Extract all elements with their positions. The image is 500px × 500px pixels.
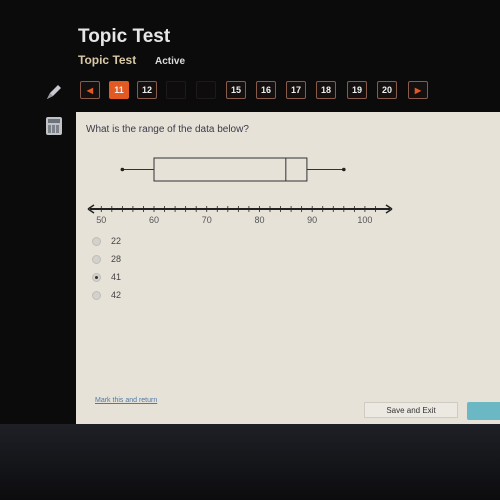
chevron-left-icon: ◀ [86, 85, 94, 95]
box [153, 157, 308, 182]
pencil-icon[interactable] [44, 82, 64, 102]
tick-label: 80 [254, 215, 264, 225]
page-17-button[interactable]: 17 [286, 81, 306, 99]
choice-label: 41 [111, 272, 122, 282]
next-button[interactable] [467, 402, 500, 420]
max-point [342, 167, 346, 172]
calculator-icon[interactable] [46, 117, 62, 135]
page-18-button[interactable]: 18 [316, 81, 336, 99]
page-20-button[interactable]: 20 [377, 81, 397, 99]
next-page-button[interactable]: ▶ [408, 81, 428, 99]
tick-label: 100 [357, 215, 372, 225]
page-15-button[interactable]: 15 [226, 81, 246, 99]
tick-label: 50 [96, 215, 106, 225]
choice-label: 28 [111, 254, 122, 264]
radio-button[interactable] [92, 254, 101, 264]
choice-42[interactable]: 42 [92, 288, 121, 302]
monitor-bezel [0, 424, 500, 500]
mark-and-return-link[interactable]: Mark this and return [95, 397, 157, 404]
choice-label: 22 [111, 236, 122, 246]
page-13-button[interactable] [166, 81, 186, 99]
choice-label: 42 [111, 290, 122, 300]
radio-button[interactable] [92, 236, 101, 246]
choice-28[interactable]: 28 [92, 252, 121, 266]
page-11-button[interactable]: 11 [109, 81, 129, 99]
save-and-exit-button[interactable]: Save and Exit [364, 402, 458, 418]
radio-button[interactable] [92, 290, 101, 300]
chevron-right-icon: ▶ [414, 85, 422, 95]
tick-label: 70 [202, 215, 212, 225]
box-plot: 50 60 70 80 90 100 [87, 157, 393, 225]
page-16-button[interactable]: 16 [256, 81, 276, 99]
tick-label: 90 [307, 215, 317, 225]
page-14-button[interactable] [196, 81, 216, 99]
page-12-button[interactable]: 12 [137, 81, 157, 99]
choice-41[interactable]: 41 [92, 270, 121, 284]
tick-label: 60 [149, 215, 159, 225]
radio-button[interactable] [92, 272, 101, 282]
choice-22[interactable]: 22 [92, 234, 121, 248]
status-label: Active [155, 56, 186, 67]
question-text: What is the range of the data below? [86, 124, 249, 135]
page-19-button[interactable]: 19 [347, 81, 367, 99]
prev-page-button[interactable]: ◀ [80, 81, 100, 99]
section-title: Topic Test [78, 53, 137, 67]
min-point [120, 167, 125, 172]
page-title: Topic Test [78, 26, 171, 47]
